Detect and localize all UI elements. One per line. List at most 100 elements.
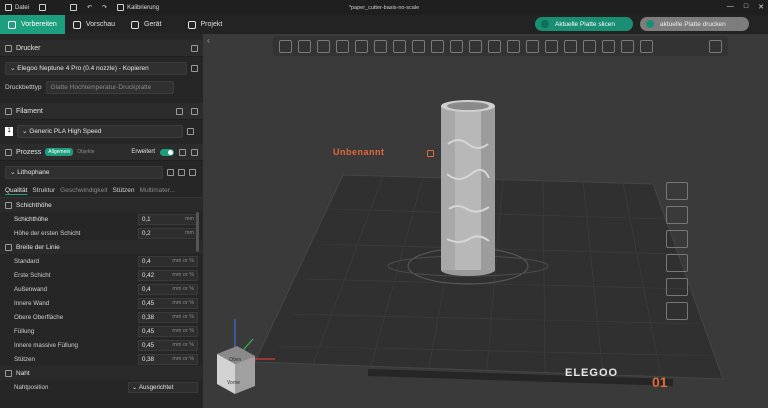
slice-plate-button[interactable]: Aktuelle Platte slicen: [535, 17, 633, 31]
param-value: 0,4: [142, 285, 151, 293]
param-label: Außenwand: [14, 285, 48, 293]
edit-icon[interactable]: [178, 168, 185, 176]
file-menu-button[interactable]: Datei: [0, 0, 34, 15]
settings-icon[interactable]: [191, 107, 198, 115]
process-header-label: Prozess: [16, 148, 42, 156]
undo-button[interactable]: ↶: [82, 0, 97, 15]
plate-filament-icon[interactable]: [666, 278, 688, 296]
chevron-down-icon: ⌄: [132, 383, 139, 391]
plate-toolbar: [666, 182, 690, 320]
tab-structure[interactable]: Struktur: [32, 187, 55, 194]
param-input[interactable]: 0,38 mm or %: [138, 311, 198, 323]
process-mode-global[interactable]: Allgemein: [45, 148, 74, 156]
tab-project[interactable]: Projekt: [180, 15, 231, 34]
dropdown-icon: [541, 20, 549, 28]
undo-icon: ↶: [87, 5, 93, 11]
minimize-icon[interactable]: —: [727, 3, 734, 11]
param-value: 0,45: [142, 299, 155, 307]
seam-position-select[interactable]: ⌄ Ausgerichtet: [128, 381, 198, 393]
bed-type-value: Glatte Hochtemperatur-Druckplatte: [50, 83, 152, 91]
param-input[interactable]: 0,1 mm: [138, 213, 198, 225]
tab-supports[interactable]: Stützen: [113, 187, 135, 194]
param-input[interactable]: 0,45 mm or %: [138, 325, 198, 337]
printer-select[interactable]: ⌄ Elegoo Neptune 4 Pro (0.4 nozzle) - Ko…: [5, 61, 188, 75]
chevron-down-icon: ⌄: [10, 169, 18, 176]
filament-section-header[interactable]: Filament: [0, 103, 203, 120]
param-unit: mm or %: [172, 300, 194, 306]
param-row: Innere Wand 0,45 mm or %: [0, 296, 203, 310]
menu-icon: [5, 4, 12, 11]
tab-prepare[interactable]: Vorbereiten: [0, 15, 65, 34]
print-plate-label: aktuelle Platte drucken: [660, 20, 726, 28]
3d-viewport[interactable]: ‹ Unbenannt ELEGOO 01 Vorne Oben: [203, 34, 768, 408]
param-input[interactable]: 0,42 mm or %: [138, 269, 198, 281]
param-unit: mm: [185, 230, 194, 236]
new-project-button[interactable]: [34, 0, 51, 15]
param-label: Standard: [14, 257, 40, 265]
close-icon[interactable]: ✕: [758, 3, 764, 11]
arrange-plate-icon[interactable]: [666, 230, 688, 248]
param-unit: mm or %: [172, 328, 194, 334]
param-input[interactable]: 0,45 mm or %: [138, 297, 198, 309]
plate-name-label[interactable]: Unbenannt: [333, 147, 385, 157]
add-filament-icon[interactable]: [176, 107, 183, 115]
settings-icon[interactable]: [191, 44, 198, 52]
lithophane-model: [441, 100, 495, 276]
param-input[interactable]: 0,2 mm: [138, 227, 198, 239]
sidebar-scrollbar[interactable]: [196, 212, 199, 252]
param-value: 0,45: [142, 327, 155, 335]
move-plate-icon[interactable]: [666, 302, 688, 320]
process-select[interactable]: ⌄ Lithophane: [5, 165, 163, 179]
tab-speed[interactable]: Geschwindigkeit: [60, 187, 107, 194]
filament-select[interactable]: ⌄ Generic PLA High Speed: [17, 124, 183, 138]
view-cube[interactable]: [217, 346, 255, 394]
compare-icon[interactable]: [179, 148, 186, 156]
advanced-toggle[interactable]: [160, 148, 174, 156]
tab-preview[interactable]: Vorschau: [65, 15, 123, 34]
param-row: Schichthöhe 0,1 mm: [0, 212, 203, 226]
param-input[interactable]: 0,45 mm or %: [138, 339, 198, 351]
process-value: Lithophane: [17, 168, 50, 176]
tab-quality[interactable]: Qualität: [5, 187, 27, 194]
param-label: Füllung: [14, 327, 35, 335]
printer-section-header[interactable]: Drucker: [0, 40, 203, 57]
settings-sidebar: Drucker ⌄ Elegoo Neptune 4 Pro (0.4 nozz…: [0, 34, 203, 408]
redo-button[interactable]: ↷: [97, 0, 112, 15]
param-input[interactable]: 0,38 mm or %: [138, 353, 198, 365]
group-layer-height: Schichthöhe: [0, 198, 203, 212]
tab-prepare-label: Vorbereiten: [21, 21, 57, 28]
calibration-button[interactable]: Kalibrierung: [112, 0, 164, 15]
param-unit: mm or %: [172, 258, 194, 264]
view-cube-front-label: Vorne: [227, 380, 241, 386]
tab-multimaterial[interactable]: Multimater...: [140, 187, 175, 194]
tab-device[interactable]: Gerät: [123, 15, 170, 34]
filament-slot-badge[interactable]: 1: [5, 126, 13, 136]
edit-icon[interactable]: [191, 64, 198, 72]
param-label: Obere Oberfläche: [14, 313, 64, 321]
param-input[interactable]: 0,4 mm or %: [138, 255, 198, 267]
filament-icon: [5, 107, 12, 115]
prepare-icon: [8, 20, 16, 29]
save-icon[interactable]: [167, 168, 174, 176]
edit-icon[interactable]: [187, 127, 194, 135]
printer-header-label: Drucker: [16, 44, 41, 52]
search-icon[interactable]: [189, 168, 196, 176]
maximize-icon[interactable]: □: [744, 3, 748, 11]
tab-project-label: Projekt: [200, 21, 223, 28]
param-input[interactable]: 0,4 mm or %: [138, 283, 198, 295]
print-plate-button[interactable]: aktuelle Platte drucken: [640, 17, 749, 31]
param-unit: mm or %: [172, 314, 194, 320]
group-line-width-label: Breite der Linie: [16, 243, 60, 251]
edit-plate-name-icon[interactable]: [427, 150, 434, 157]
calibration-icon: [117, 4, 125, 11]
save-button[interactable]: [65, 0, 82, 15]
plate-settings-icon[interactable]: [666, 206, 688, 224]
remove-plate-icon[interactable]: [666, 182, 688, 200]
param-label: Innere massive Füllung: [14, 341, 78, 349]
lock-plate-icon[interactable]: [666, 254, 688, 272]
settings-icon[interactable]: [191, 148, 198, 156]
bed-type-select[interactable]: Glatte Hochtemperatur-Druckplatte: [45, 80, 174, 94]
group-line-width: Breite der Linie: [0, 240, 203, 254]
process-mode-objects[interactable]: Objekte: [77, 149, 94, 155]
param-row: Stützen 0,38 mm or %: [0, 352, 203, 366]
